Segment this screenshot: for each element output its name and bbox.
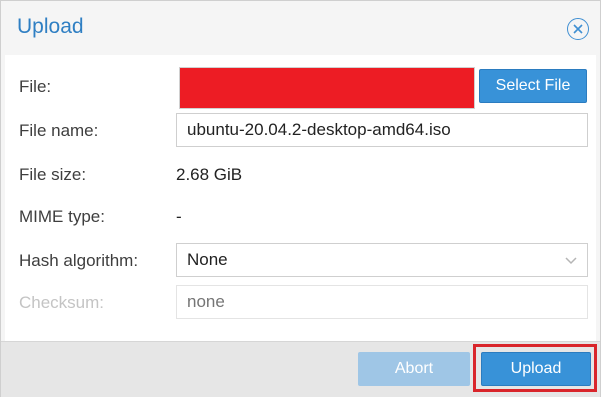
close-icon[interactable] bbox=[567, 18, 589, 40]
dialog-body: File: Select File File name: File size: … bbox=[5, 55, 596, 341]
hash-algorithm-value: None bbox=[187, 250, 228, 269]
file-name-input[interactable] bbox=[176, 113, 588, 147]
checksum-label: Checksum: bbox=[19, 293, 105, 312]
checksum-input bbox=[176, 285, 588, 319]
hash-algorithm-select[interactable]: None bbox=[176, 243, 588, 277]
file-label: File: bbox=[19, 77, 52, 96]
dialog-footer: Abort Upload bbox=[1, 341, 600, 397]
file-size-label: File size: bbox=[19, 165, 87, 184]
file-path-field-redacted[interactable] bbox=[179, 67, 475, 109]
upload-button[interactable]: Upload bbox=[481, 352, 591, 386]
hash-algorithm-label: Hash algorithm: bbox=[19, 251, 139, 270]
upload-dialog: Upload File: Select File File name: File… bbox=[0, 0, 601, 397]
mime-type-value: - bbox=[176, 207, 182, 226]
mime-type-label: MIME type: bbox=[19, 207, 105, 226]
dialog-title: Upload bbox=[17, 15, 84, 38]
file-name-label: File name: bbox=[19, 121, 99, 140]
abort-button[interactable]: Abort bbox=[358, 352, 470, 386]
file-size-value: 2.68 GiB bbox=[176, 165, 243, 184]
select-file-button[interactable]: Select File bbox=[479, 69, 587, 103]
chevron-down-icon bbox=[565, 257, 577, 265]
dialog-header: Upload bbox=[1, 1, 600, 55]
